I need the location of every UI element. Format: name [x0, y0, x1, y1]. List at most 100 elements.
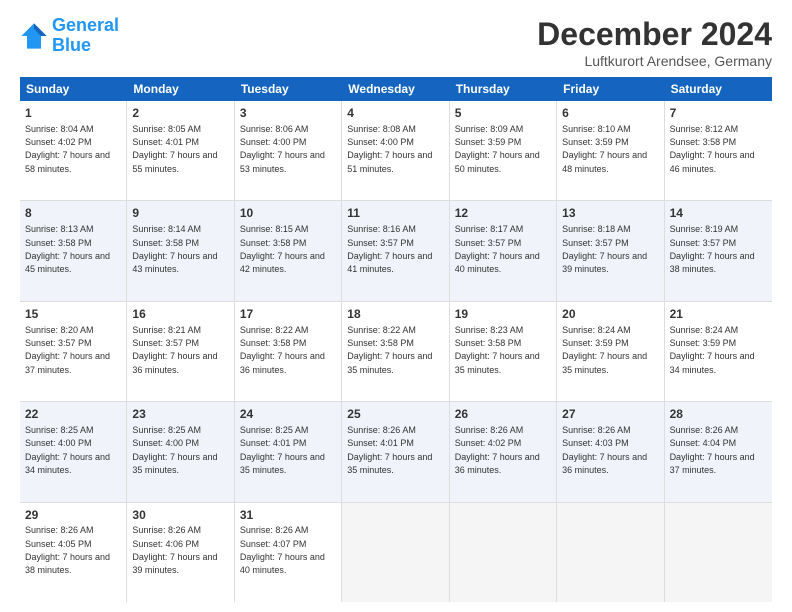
- calendar: Sunday Monday Tuesday Wednesday Thursday…: [20, 77, 772, 602]
- day-number: 8: [25, 205, 121, 222]
- cell-info: Sunrise: 8:23 AMSunset: 3:58 PMDaylight:…: [455, 325, 540, 375]
- cell-info: Sunrise: 8:24 AMSunset: 3:59 PMDaylight:…: [562, 325, 647, 375]
- calendar-row-5: 29 Sunrise: 8:26 AMSunset: 4:05 PMDaylig…: [20, 503, 772, 602]
- header: General Blue December 2024 Luftkurort Ar…: [20, 16, 772, 69]
- calendar-cell-2-5: 12 Sunrise: 8:17 AMSunset: 3:57 PMDaylig…: [450, 201, 557, 300]
- cell-info: Sunrise: 8:26 AMSunset: 4:05 PMDaylight:…: [25, 525, 110, 575]
- day-number: 20: [562, 306, 658, 323]
- calendar-cell-4-6: 27 Sunrise: 8:26 AMSunset: 4:03 PMDaylig…: [557, 402, 664, 501]
- cell-info: Sunrise: 8:26 AMSunset: 4:04 PMDaylight:…: [670, 425, 755, 475]
- day-number: 29: [25, 507, 121, 524]
- header-tuesday: Tuesday: [235, 77, 342, 101]
- calendar-cell-3-1: 15 Sunrise: 8:20 AMSunset: 3:57 PMDaylig…: [20, 302, 127, 401]
- cell-info: Sunrise: 8:10 AMSunset: 3:59 PMDaylight:…: [562, 124, 647, 174]
- cell-info: Sunrise: 8:05 AMSunset: 4:01 PMDaylight:…: [132, 124, 217, 174]
- calendar-cell-4-3: 24 Sunrise: 8:25 AMSunset: 4:01 PMDaylig…: [235, 402, 342, 501]
- calendar-cell-3-6: 20 Sunrise: 8:24 AMSunset: 3:59 PMDaylig…: [557, 302, 664, 401]
- month-title: December 2024: [537, 16, 772, 53]
- day-number: 30: [132, 507, 228, 524]
- cell-info: Sunrise: 8:25 AMSunset: 4:00 PMDaylight:…: [132, 425, 217, 475]
- calendar-cell-3-2: 16 Sunrise: 8:21 AMSunset: 3:57 PMDaylig…: [127, 302, 234, 401]
- calendar-cell-2-1: 8 Sunrise: 8:13 AMSunset: 3:58 PMDayligh…: [20, 201, 127, 300]
- cell-info: Sunrise: 8:13 AMSunset: 3:58 PMDaylight:…: [25, 224, 110, 274]
- cell-info: Sunrise: 8:18 AMSunset: 3:57 PMDaylight:…: [562, 224, 647, 274]
- calendar-row-4: 22 Sunrise: 8:25 AMSunset: 4:00 PMDaylig…: [20, 402, 772, 502]
- location: Luftkurort Arendsee, Germany: [537, 53, 772, 69]
- day-number: 13: [562, 205, 658, 222]
- day-number: 21: [670, 306, 767, 323]
- cell-info: Sunrise: 8:15 AMSunset: 3:58 PMDaylight:…: [240, 224, 325, 274]
- calendar-cell-3-4: 18 Sunrise: 8:22 AMSunset: 3:58 PMDaylig…: [342, 302, 449, 401]
- day-number: 24: [240, 406, 336, 423]
- calendar-cell-1-6: 6 Sunrise: 8:10 AMSunset: 3:59 PMDayligh…: [557, 101, 664, 200]
- calendar-cell-5-5: [450, 503, 557, 602]
- calendar-row-1: 1 Sunrise: 8:04 AMSunset: 4:02 PMDayligh…: [20, 101, 772, 201]
- page: General Blue December 2024 Luftkurort Ar…: [0, 0, 792, 612]
- day-number: 6: [562, 105, 658, 122]
- calendar-cell-5-4: [342, 503, 449, 602]
- calendar-cell-5-7: [665, 503, 772, 602]
- day-number: 10: [240, 205, 336, 222]
- calendar-cell-1-2: 2 Sunrise: 8:05 AMSunset: 4:01 PMDayligh…: [127, 101, 234, 200]
- calendar-cell-3-3: 17 Sunrise: 8:22 AMSunset: 3:58 PMDaylig…: [235, 302, 342, 401]
- header-wednesday: Wednesday: [342, 77, 449, 101]
- day-number: 18: [347, 306, 443, 323]
- day-number: 23: [132, 406, 228, 423]
- cell-info: Sunrise: 8:09 AMSunset: 3:59 PMDaylight:…: [455, 124, 540, 174]
- cell-info: Sunrise: 8:16 AMSunset: 3:57 PMDaylight:…: [347, 224, 432, 274]
- calendar-cell-2-4: 11 Sunrise: 8:16 AMSunset: 3:57 PMDaylig…: [342, 201, 449, 300]
- header-sunday: Sunday: [20, 77, 127, 101]
- calendar-cell-2-6: 13 Sunrise: 8:18 AMSunset: 3:57 PMDaylig…: [557, 201, 664, 300]
- calendar-cell-3-5: 19 Sunrise: 8:23 AMSunset: 3:58 PMDaylig…: [450, 302, 557, 401]
- cell-info: Sunrise: 8:04 AMSunset: 4:02 PMDaylight:…: [25, 124, 110, 174]
- calendar-row-3: 15 Sunrise: 8:20 AMSunset: 3:57 PMDaylig…: [20, 302, 772, 402]
- day-number: 2: [132, 105, 228, 122]
- cell-info: Sunrise: 8:21 AMSunset: 3:57 PMDaylight:…: [132, 325, 217, 375]
- cell-info: Sunrise: 8:22 AMSunset: 3:58 PMDaylight:…: [240, 325, 325, 375]
- cell-info: Sunrise: 8:26 AMSunset: 4:06 PMDaylight:…: [132, 525, 217, 575]
- calendar-row-2: 8 Sunrise: 8:13 AMSunset: 3:58 PMDayligh…: [20, 201, 772, 301]
- cell-info: Sunrise: 8:08 AMSunset: 4:00 PMDaylight:…: [347, 124, 432, 174]
- cell-info: Sunrise: 8:25 AMSunset: 4:00 PMDaylight:…: [25, 425, 110, 475]
- calendar-cell-2-2: 9 Sunrise: 8:14 AMSunset: 3:58 PMDayligh…: [127, 201, 234, 300]
- calendar-cell-4-1: 22 Sunrise: 8:25 AMSunset: 4:00 PMDaylig…: [20, 402, 127, 501]
- calendar-cell-3-7: 21 Sunrise: 8:24 AMSunset: 3:59 PMDaylig…: [665, 302, 772, 401]
- cell-info: Sunrise: 8:26 AMSunset: 4:07 PMDaylight:…: [240, 525, 325, 575]
- day-number: 7: [670, 105, 767, 122]
- calendar-cell-1-1: 1 Sunrise: 8:04 AMSunset: 4:02 PMDayligh…: [20, 101, 127, 200]
- header-friday: Friday: [557, 77, 664, 101]
- calendar-header: Sunday Monday Tuesday Wednesday Thursday…: [20, 77, 772, 101]
- day-number: 27: [562, 406, 658, 423]
- day-number: 17: [240, 306, 336, 323]
- cell-info: Sunrise: 8:22 AMSunset: 3:58 PMDaylight:…: [347, 325, 432, 375]
- cell-info: Sunrise: 8:26 AMSunset: 4:01 PMDaylight:…: [347, 425, 432, 475]
- cell-info: Sunrise: 8:20 AMSunset: 3:57 PMDaylight:…: [25, 325, 110, 375]
- cell-info: Sunrise: 8:24 AMSunset: 3:59 PMDaylight:…: [670, 325, 755, 375]
- cell-info: Sunrise: 8:19 AMSunset: 3:57 PMDaylight:…: [670, 224, 755, 274]
- calendar-cell-4-2: 23 Sunrise: 8:25 AMSunset: 4:00 PMDaylig…: [127, 402, 234, 501]
- calendar-cell-2-7: 14 Sunrise: 8:19 AMSunset: 3:57 PMDaylig…: [665, 201, 772, 300]
- cell-info: Sunrise: 8:12 AMSunset: 3:58 PMDaylight:…: [670, 124, 755, 174]
- logo-line1: General: [52, 15, 119, 35]
- day-number: 11: [347, 205, 443, 222]
- day-number: 25: [347, 406, 443, 423]
- cell-info: Sunrise: 8:26 AMSunset: 4:03 PMDaylight:…: [562, 425, 647, 475]
- day-number: 19: [455, 306, 551, 323]
- day-number: 9: [132, 205, 228, 222]
- logo: General Blue: [20, 16, 119, 56]
- cell-info: Sunrise: 8:14 AMSunset: 3:58 PMDaylight:…: [132, 224, 217, 274]
- header-saturday: Saturday: [665, 77, 772, 101]
- title-section: December 2024 Luftkurort Arendsee, Germa…: [537, 16, 772, 69]
- day-number: 12: [455, 205, 551, 222]
- calendar-cell-2-3: 10 Sunrise: 8:15 AMSunset: 3:58 PMDaylig…: [235, 201, 342, 300]
- day-number: 31: [240, 507, 336, 524]
- day-number: 3: [240, 105, 336, 122]
- calendar-cell-5-2: 30 Sunrise: 8:26 AMSunset: 4:06 PMDaylig…: [127, 503, 234, 602]
- day-number: 5: [455, 105, 551, 122]
- calendar-cell-1-4: 4 Sunrise: 8:08 AMSunset: 4:00 PMDayligh…: [342, 101, 449, 200]
- cell-info: Sunrise: 8:06 AMSunset: 4:00 PMDaylight:…: [240, 124, 325, 174]
- day-number: 16: [132, 306, 228, 323]
- calendar-cell-5-3: 31 Sunrise: 8:26 AMSunset: 4:07 PMDaylig…: [235, 503, 342, 602]
- logo-text: General Blue: [52, 16, 119, 56]
- day-number: 26: [455, 406, 551, 423]
